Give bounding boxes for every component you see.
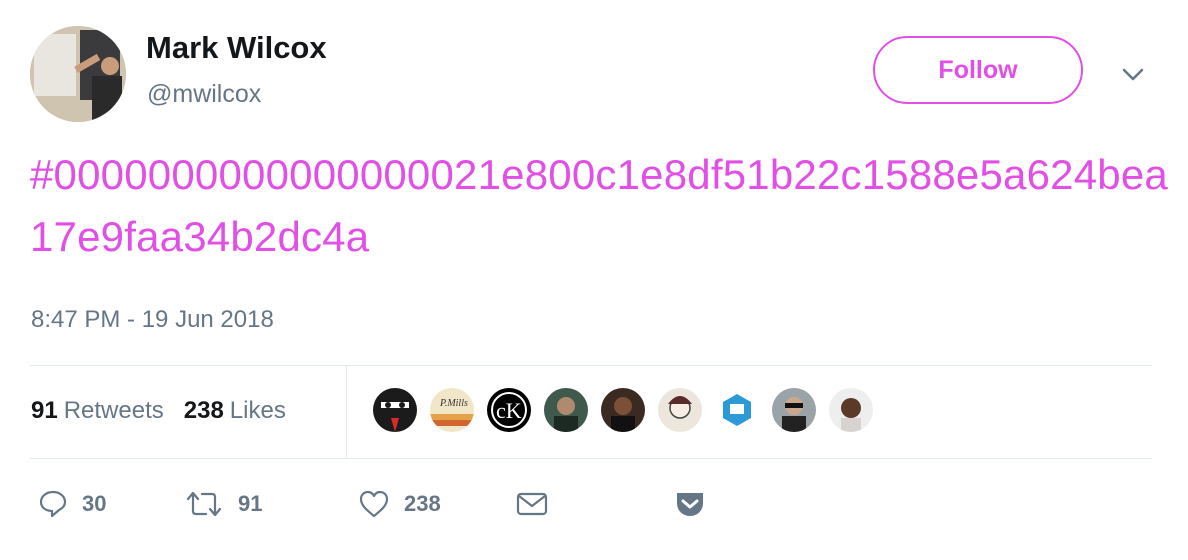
liker-avatar[interactable]: cK bbox=[485, 386, 533, 434]
like-button[interactable]: 238 bbox=[358, 482, 441, 526]
liker-avatar[interactable] bbox=[542, 386, 590, 434]
stats-separator bbox=[346, 366, 347, 457]
tweet-timestamp[interactable]: 8:47 PM - 19 Jun 2018 bbox=[31, 306, 274, 334]
retweet-button[interactable]: 91 bbox=[184, 482, 262, 526]
avatar-photo bbox=[30, 26, 126, 122]
retweet-icon bbox=[186, 491, 222, 517]
likes-label: Likes bbox=[229, 397, 286, 424]
reply-count: 30 bbox=[82, 491, 107, 516]
liker-avatar[interactable] bbox=[827, 386, 875, 434]
liker-avatar[interactable]: P.Mills bbox=[428, 386, 476, 434]
like-count: 238 bbox=[404, 491, 441, 516]
follow-button[interactable]: Follow bbox=[873, 36, 1083, 104]
retweets-stat[interactable]: 91 Retweets bbox=[31, 397, 164, 425]
display-name[interactable]: Mark Wilcox bbox=[146, 30, 327, 66]
liker-avatar[interactable] bbox=[656, 386, 704, 434]
likes-stat[interactable]: 238 Likes bbox=[184, 397, 286, 425]
chevron-down-icon bbox=[1122, 68, 1144, 81]
liker-avatar[interactable] bbox=[599, 386, 647, 434]
avatar[interactable] bbox=[30, 26, 126, 122]
pocket-button[interactable] bbox=[674, 482, 720, 526]
divider bbox=[30, 365, 1152, 366]
liker-avatar[interactable] bbox=[770, 386, 818, 434]
direct-message-button[interactable] bbox=[516, 482, 562, 526]
retweet-count: 91 bbox=[238, 491, 263, 516]
svg-text:P.Mills: P.Mills bbox=[439, 398, 468, 409]
svg-text:cK: cK bbox=[496, 398, 522, 423]
divider bbox=[30, 458, 1152, 459]
tweet-stats: 91 Retweets 238 Likes bbox=[31, 393, 306, 429]
retweets-count: 91 bbox=[31, 397, 58, 424]
tweet-actions: 30 91 238 bbox=[38, 482, 738, 526]
reply-icon bbox=[39, 490, 67, 518]
envelope-icon bbox=[516, 492, 548, 516]
liker-avatar[interactable] bbox=[713, 386, 761, 434]
pocket-icon bbox=[677, 493, 703, 516]
reply-button[interactable]: 30 bbox=[38, 482, 106, 526]
hashtag-link[interactable]: #0000000000000000021e800c1e8df51b22c1588… bbox=[30, 144, 1170, 268]
heart-icon bbox=[359, 490, 389, 518]
liker-avatars: P.Mills cK bbox=[371, 386, 884, 434]
liker-avatar[interactable] bbox=[371, 386, 419, 434]
user-handle[interactable]: @mwilcox bbox=[147, 80, 261, 109]
retweets-label: Retweets bbox=[63, 397, 164, 424]
more-menu-button[interactable] bbox=[1118, 60, 1148, 90]
likes-count: 238 bbox=[183, 397, 224, 424]
